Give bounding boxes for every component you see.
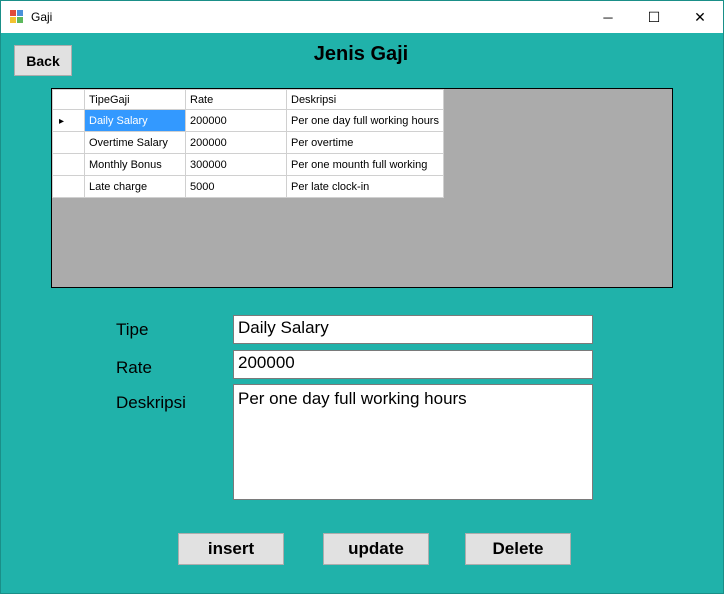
table-cell[interactable]: Monthly Bonus (84, 153, 186, 176)
table-cell[interactable]: 200000 (185, 109, 287, 132)
column-header-tipegaji[interactable]: TipeGaji (84, 89, 186, 110)
tipe-input[interactable]: Daily Salary (233, 315, 593, 344)
column-header-rate[interactable]: Rate (185, 89, 287, 110)
row-header[interactable] (52, 175, 85, 198)
table-cell[interactable]: Per late clock-in (286, 175, 444, 198)
close-button[interactable]: ✕ (677, 1, 723, 33)
table-cell[interactable]: Per one mounth full working (286, 153, 444, 176)
table-row[interactable]: Overtime Salary 200000 Per overtime (52, 131, 444, 154)
table-row[interactable]: Late charge 5000 Per late clock-in (52, 175, 444, 198)
minimize-button[interactable]: ─ (585, 1, 631, 33)
current-row-indicator-icon: ▸ (59, 115, 65, 127)
title-bar[interactable]: Gaji ─ ☐ ✕ (1, 1, 723, 33)
back-button[interactable]: Back (14, 45, 72, 76)
app-icon (10, 10, 24, 24)
row-header[interactable] (52, 153, 85, 176)
table-cell[interactable]: Per one day full working hours (286, 109, 444, 132)
column-header-deskripsi[interactable]: Deskripsi (286, 89, 444, 110)
row-header[interactable]: ▸ (52, 109, 85, 132)
delete-button[interactable]: Delete (465, 533, 571, 565)
rate-label: Rate (116, 358, 152, 377)
insert-button[interactable]: insert (178, 533, 284, 565)
main-window: Gaji ─ ☐ ✕ Back Jenis Gaji TipeGaji Rate… (0, 0, 724, 594)
table-cell[interactable]: Daily Salary (84, 109, 186, 132)
deskripsi-label: Deskripsi (116, 393, 186, 412)
deskripsi-textarea[interactable]: Per one day full working hours (233, 384, 593, 500)
table-cell[interactable]: 300000 (185, 153, 287, 176)
table-row[interactable]: Monthly Bonus 300000 Per one mounth full… (52, 153, 444, 176)
table-cell[interactable]: Late charge (84, 175, 186, 198)
table-cell[interactable]: 200000 (185, 131, 287, 154)
grid-corner-cell (52, 89, 85, 110)
row-header[interactable] (52, 131, 85, 154)
window-title: Gaji (31, 10, 53, 24)
grid-table: TipeGaji Rate Deskripsi ▸ Daily Salary 2… (52, 89, 444, 198)
table-row[interactable]: ▸ Daily Salary 200000 Per one day full w… (52, 109, 444, 132)
table-cell[interactable]: Overtime Salary (84, 131, 186, 154)
tipe-label: Tipe (116, 320, 149, 339)
table-cell[interactable]: 5000 (185, 175, 287, 198)
table-cell[interactable]: Per overtime (286, 131, 444, 154)
rate-input[interactable]: 200000 (233, 350, 593, 379)
maximize-button[interactable]: ☐ (631, 1, 677, 33)
page-title: Jenis Gaji (313, 43, 409, 65)
form-client-area: Back Jenis Gaji TipeGaji Rate Deskripsi … (1, 33, 723, 593)
update-button[interactable]: update (323, 533, 429, 565)
salary-type-grid[interactable]: TipeGaji Rate Deskripsi ▸ Daily Salary 2… (51, 88, 673, 288)
